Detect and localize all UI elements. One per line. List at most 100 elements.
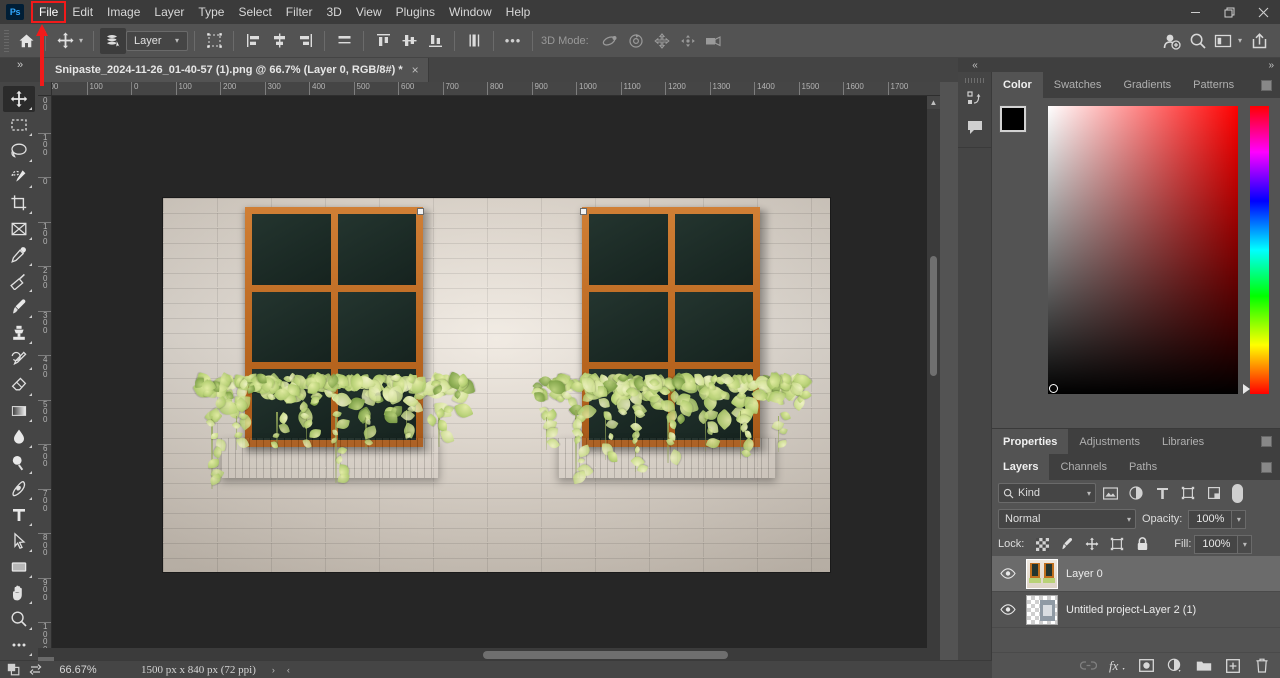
eraser-tool[interactable]: [3, 372, 35, 398]
home-icon[interactable]: [13, 28, 39, 54]
align-right-edges-icon[interactable]: [292, 28, 318, 54]
artboard[interactable]: [163, 198, 830, 572]
new-group-icon[interactable]: [1192, 655, 1216, 677]
options-bar-grip[interactable]: [4, 30, 9, 52]
filter-pixel-icon[interactable]: [1098, 482, 1122, 504]
slide-3d-icon[interactable]: [675, 28, 701, 54]
color-field-marker[interactable]: [1049, 384, 1058, 393]
menu-window[interactable]: Window: [442, 2, 499, 22]
minimize-button[interactable]: [1178, 0, 1212, 24]
new-adjustment-layer-icon[interactable]: [1163, 655, 1187, 677]
menu-file[interactable]: File: [32, 2, 65, 22]
vertical-ruler[interactable]: 20010001002003004005006007008009001000: [38, 96, 52, 662]
object-selection-tool[interactable]: [3, 164, 35, 190]
hue-slider[interactable]: [1250, 106, 1269, 394]
rotate-view-icon[interactable]: [27, 663, 43, 676]
auto-select-scope-select[interactable]: Layer ▾: [126, 31, 188, 51]
dodge-tool[interactable]: [3, 450, 35, 476]
lock-position-icon[interactable]: [1081, 534, 1103, 554]
opacity-chevron-icon[interactable]: ▾: [1232, 510, 1246, 529]
rectangle-tool[interactable]: [3, 554, 35, 580]
filter-shape-icon[interactable]: [1176, 482, 1200, 504]
roll-3d-icon[interactable]: [623, 28, 649, 54]
history-brush-tool[interactable]: [3, 346, 35, 372]
opacity-value[interactable]: 100%: [1188, 510, 1232, 529]
menu-plugins[interactable]: Plugins: [389, 2, 442, 22]
foreground-color-swatch[interactable]: [1000, 106, 1026, 132]
filter-smart-object-icon[interactable]: [1202, 482, 1226, 504]
search-icon[interactable]: [1185, 28, 1211, 54]
lock-all-icon[interactable]: [1131, 534, 1153, 554]
gradient-tool[interactable]: [3, 398, 35, 424]
move-tool-icon[interactable]: [52, 28, 78, 54]
show-transform-controls-icon[interactable]: [201, 28, 227, 54]
move-tool[interactable]: [3, 86, 35, 112]
lock-image-pixels-icon[interactable]: [1056, 534, 1078, 554]
menu-image[interactable]: Image: [100, 2, 147, 22]
menu-help[interactable]: Help: [499, 2, 538, 22]
canvas-vertical-scrollbar[interactable]: [927, 96, 940, 662]
color-panel-menu-button[interactable]: [1261, 72, 1280, 98]
close-button[interactable]: [1246, 0, 1280, 24]
panel-collapse-button[interactable]: »: [992, 58, 1280, 72]
menu-view[interactable]: View: [349, 2, 389, 22]
tab-properties[interactable]: Properties: [992, 429, 1068, 454]
link-layers-icon[interactable]: [1076, 655, 1100, 677]
horizontal-ruler[interactable]: 2001000100200300400500600700800900100011…: [52, 82, 940, 96]
tabbar-expand-button[interactable]: »: [0, 58, 40, 82]
filter-type-icon[interactable]: [1150, 482, 1174, 504]
menu-filter[interactable]: Filter: [279, 2, 320, 22]
spot-healing-brush-tool[interactable]: [3, 268, 35, 294]
tab-swatches[interactable]: Swatches: [1043, 72, 1113, 98]
blend-mode-select[interactable]: Normal ▾: [998, 509, 1136, 529]
clone-stamp-tool[interactable]: [3, 320, 35, 346]
history-icon[interactable]: [958, 85, 992, 113]
restore-button[interactable]: [1212, 0, 1246, 24]
lasso-tool[interactable]: [3, 138, 35, 164]
scrollbar-thumb[interactable]: [483, 651, 728, 659]
layer-style-fx-icon[interactable]: fx: [1105, 655, 1129, 677]
crop-tool[interactable]: [3, 190, 35, 216]
filter-toggle-switch[interactable]: [1232, 484, 1243, 503]
lock-transparent-pixels-icon[interactable]: [1031, 534, 1053, 554]
export-icon[interactable]: [1246, 28, 1272, 54]
dock-collapse-button[interactable]: «: [958, 58, 992, 72]
blur-tool[interactable]: [3, 424, 35, 450]
pen-tool[interactable]: [3, 476, 35, 502]
document-tab[interactable]: Snipaste_2024-11-26_01-40-57 (1).png @ 6…: [44, 58, 429, 82]
table-row[interactable]: Layer 0: [992, 556, 1280, 592]
layers-panel-menu-button[interactable]: [1261, 454, 1280, 480]
workspace-switcher-icon[interactable]: [1211, 28, 1237, 54]
distribute-vertical-centers-icon[interactable]: [331, 28, 357, 54]
frame-tool[interactable]: [3, 216, 35, 242]
brush-tool[interactable]: [3, 294, 35, 320]
tab-patterns[interactable]: Patterns: [1182, 72, 1245, 98]
zoom-camera-3d-icon[interactable]: [701, 28, 727, 54]
edit-toolbar[interactable]: [3, 632, 35, 658]
close-icon[interactable]: ×: [412, 63, 419, 77]
statusbar-expand-icon[interactable]: ›: [272, 665, 275, 675]
canvas-area[interactable]: ▲: [52, 96, 940, 662]
delete-layer-icon[interactable]: [1250, 655, 1274, 677]
menu-layer[interactable]: Layer: [147, 2, 191, 22]
scroll-up-arrow[interactable]: ▲: [927, 96, 940, 109]
align-left-edges-icon[interactable]: [240, 28, 266, 54]
tab-layers[interactable]: Layers: [992, 454, 1049, 480]
layer-visibility-toggle[interactable]: [998, 568, 1018, 579]
workspace-chevron-icon[interactable]: ▾: [1238, 36, 1242, 45]
comments-icon[interactable]: [958, 113, 992, 141]
share-document-icon[interactable]: [1159, 28, 1185, 54]
add-layer-mask-icon[interactable]: [1134, 655, 1158, 677]
tool-preset-chevron-icon[interactable]: ▾: [79, 36, 83, 45]
tab-libraries[interactable]: Libraries: [1151, 429, 1215, 454]
properties-panel-menu-button[interactable]: [1261, 429, 1280, 454]
hand-tool[interactable]: [3, 580, 35, 606]
tab-color[interactable]: Color: [992, 72, 1043, 98]
foreground-background-swatches[interactable]: [1000, 106, 1040, 146]
fill-chevron-icon[interactable]: ▾: [1238, 535, 1252, 554]
pan-3d-icon[interactable]: [649, 28, 675, 54]
rectangular-marquee-tool[interactable]: [3, 112, 35, 138]
document-arrange-icon[interactable]: [5, 663, 21, 676]
scrollbar-thumb[interactable]: [930, 256, 937, 376]
align-top-edges-icon[interactable]: [370, 28, 396, 54]
